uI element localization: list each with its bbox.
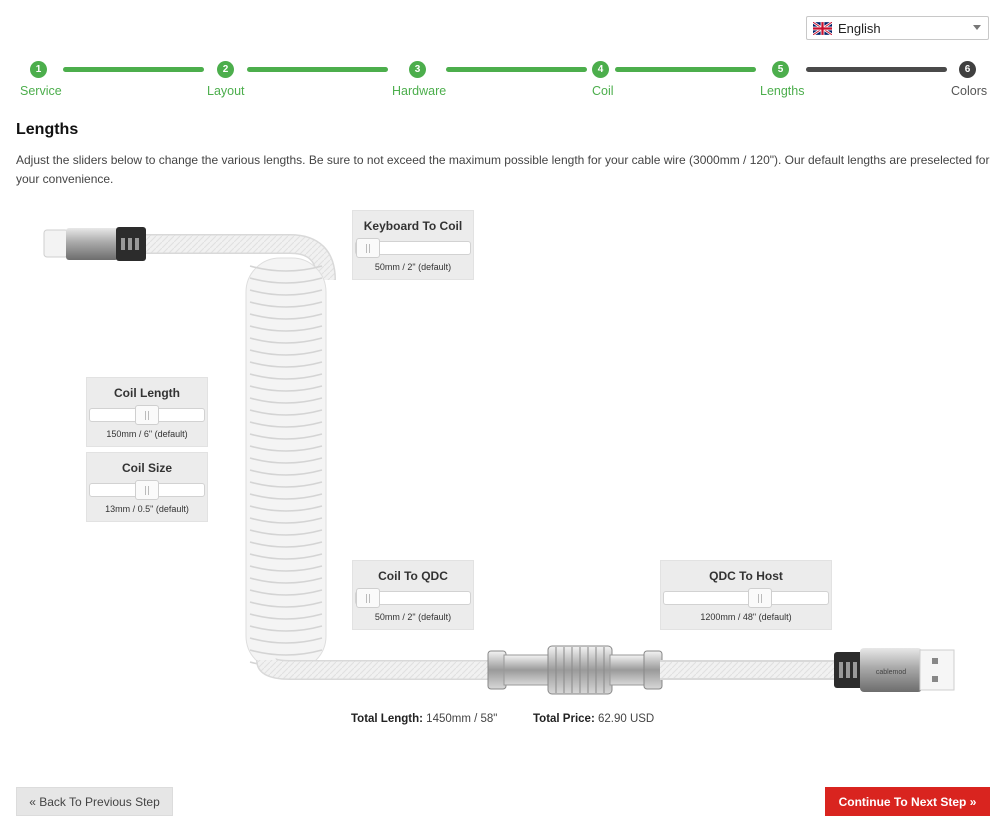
keyboard-to-coil-value: 50mm / 2" (default) (374, 262, 452, 272)
step-connector (806, 67, 947, 72)
coil-to-qdc-title: Coil To QDC (378, 569, 448, 583)
coil-to-qdc-value: 50mm / 2" (default) (374, 612, 452, 622)
total-length-value: 1450mm / 58" (426, 713, 498, 725)
coil-size-slider[interactable] (89, 480, 205, 500)
step-4-marker[interactable]: 4 (592, 61, 609, 78)
coil-length-slider[interactable] (89, 405, 205, 425)
qdc-to-host-slider[interactable] (663, 588, 829, 608)
slider-handle[interactable] (356, 238, 380, 258)
chevron-down-icon (973, 25, 981, 30)
step-5-marker[interactable]: 5 (772, 61, 789, 78)
usb-a-connector: cablemod (834, 648, 955, 692)
usb-c-connector (43, 227, 146, 261)
uk-flag-icon (812, 20, 833, 36)
step-label-layout[interactable]: Layout (207, 84, 245, 98)
language-label: English (838, 20, 881, 36)
step-label-colors: Colors (951, 84, 988, 98)
step-label-service[interactable]: Service (20, 84, 62, 98)
coil-size-title: Coil Size (121, 461, 172, 475)
slider-handle[interactable] (356, 588, 380, 608)
coil-to-qdc-panel: Coil To QDC 50mm / 2" (default) (352, 560, 474, 630)
keyboard-to-coil-panel: Keyboard To Coil 50mm / 2" (default) (352, 210, 474, 280)
coil-length-panel: Coil Length 150mm / 6" (default) (86, 377, 208, 447)
step-connector (615, 67, 756, 72)
back-button[interactable]: « Back To Previous Step (16, 787, 173, 816)
qdc-to-host-panel: QDC To Host 1200mm / 48" (default) (660, 560, 832, 630)
slider-handle[interactable] (135, 405, 159, 425)
page-title: Lengths (16, 121, 79, 138)
step-connector (63, 67, 204, 72)
next-button[interactable]: Continue To Next Step » (825, 787, 990, 816)
step-connector (446, 67, 587, 72)
keyboard-to-coil-title: Keyboard To Coil (363, 219, 463, 233)
coil (245, 257, 327, 671)
slider-handle[interactable] (135, 480, 159, 500)
step-2-marker[interactable]: 2 (217, 61, 234, 78)
step-label-coil[interactable]: Coil (592, 84, 614, 98)
coil-to-qdc-slider[interactable] (355, 588, 471, 608)
total-price-value: 62.90 USD (597, 713, 655, 725)
total-length-label: Total Length: (351, 713, 423, 725)
step-label-lengths[interactable]: Lengths (760, 84, 804, 98)
coil-length-title: Coil Length (114, 386, 180, 400)
brand-logo-text: cablemod (876, 669, 906, 676)
step-label-hardware[interactable]: Hardware (392, 84, 446, 98)
total-price-label: Total Price: (533, 713, 595, 725)
page-description: Adjust the sliders below to change the v… (16, 153, 990, 186)
slider-handle[interactable] (748, 588, 772, 608)
keyboard-to-coil-slider[interactable] (355, 238, 471, 258)
step-1-marker[interactable]: 1 (30, 61, 47, 78)
coil-size-panel: Coil Size 13mm / 0.5" (default) (86, 452, 208, 522)
step-6-marker: 6 (959, 61, 976, 78)
qdc-to-host-title: QDC To Host (709, 569, 783, 583)
total-price: Total Price: 62.90 USD (533, 713, 654, 725)
step-3-marker[interactable]: 3 (409, 61, 426, 78)
coil-size-value: 13mm / 0.5" (default) (105, 504, 189, 514)
aviator-connector (487, 645, 663, 695)
qdc-to-host-value: 1200mm / 48" (default) (700, 612, 792, 622)
language-select[interactable]: English (806, 16, 989, 40)
progress-stepper: 1 2 3 4 5 6 Service Layout Hardware Coil… (0, 58, 1000, 102)
step-connector (247, 67, 388, 72)
total-length: Total Length: 1450mm / 58" (351, 713, 497, 725)
coil-length-value: 150mm / 6" (default) (106, 429, 188, 439)
